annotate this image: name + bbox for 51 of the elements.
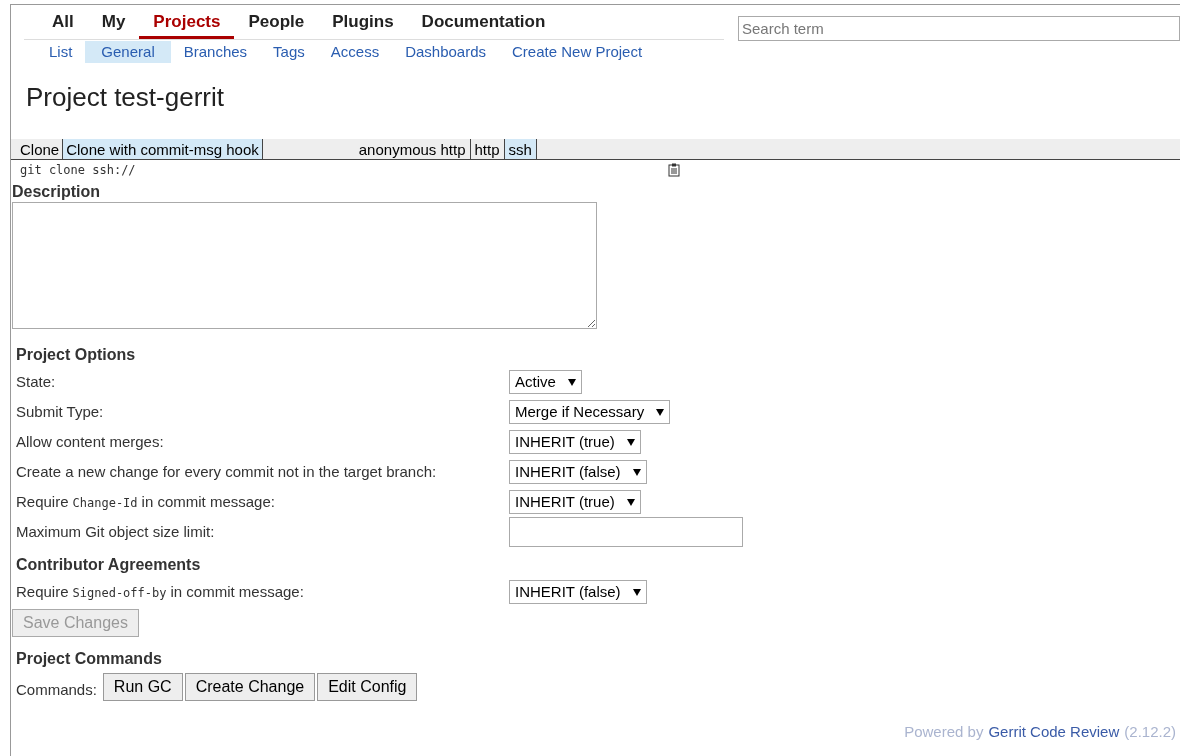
menu-tab[interactable]: Documentation — [407, 8, 560, 39]
search-field[interactable]: Search term — [738, 16, 1180, 41]
version-text: (2.12.2) — [1124, 722, 1176, 742]
select-dropdown[interactable]: INHERIT (false) — [509, 460, 647, 484]
submenu-link[interactable]: Branches — [170, 40, 261, 64]
clipboard-icon[interactable] — [668, 163, 680, 177]
clone-url: git clone ssh:// — [20, 162, 136, 179]
input-field[interactable] — [509, 517, 743, 547]
section-heading: Description — [12, 182, 101, 202]
caret-icon — [632, 468, 641, 476]
option-label: Require Signed-off-by in commit message: — [16, 583, 304, 600]
submenu-link[interactable]: Access — [317, 40, 393, 64]
commands-label: Commands: — [16, 679, 97, 700]
section-heading: Project Commands — [16, 649, 163, 669]
menu-tab[interactable]: All — [38, 8, 88, 39]
description-field[interactable] — [12, 202, 597, 329]
option-label: Submit Type: — [16, 403, 104, 420]
page-title: Project test-gerrit — [26, 81, 225, 114]
command-button[interactable]: Edit Config — [317, 673, 418, 701]
caret-icon — [656, 408, 665, 416]
powered-by-text: Powered by — [904, 722, 984, 742]
option-label: Create a new change for every commit not in the target branch: — [16, 463, 437, 480]
option-label: State: — [16, 373, 56, 390]
submenu-link[interactable]: List — [36, 40, 86, 64]
menu-tab[interactable]: People — [234, 8, 319, 39]
submenu-link[interactable]: General — [85, 40, 171, 64]
section-heading: Project Options — [16, 345, 137, 365]
caret-icon — [567, 378, 576, 386]
caret-icon — [626, 498, 635, 506]
caret-icon — [632, 588, 641, 596]
gerrit-link[interactable]: Gerrit Code Review — [988, 721, 1120, 744]
select-dropdown[interactable]: INHERIT (false) — [509, 580, 647, 604]
option-label: Maximum Git object size limit: — [16, 523, 215, 540]
scheme-tab[interactable]: ssh — [504, 139, 537, 159]
command-button[interactable]: Run GC — [102, 673, 183, 701]
command-button[interactable]: Create Change — [184, 673, 316, 701]
menu-tab[interactable]: Plugins — [318, 8, 408, 39]
select-dropdown[interactable]: Active — [509, 370, 582, 394]
option-label: Require Change-Id in commit message: — [16, 493, 275, 510]
option-label: Allow content merges: — [16, 433, 164, 450]
submenu-link[interactable]: Create New Project — [499, 40, 656, 64]
clone-tab[interactable]: Clone — [17, 139, 64, 159]
select-dropdown[interactable]: INHERIT (true) — [509, 490, 641, 514]
caret-icon — [626, 438, 635, 446]
section-heading: Contributor Agreements — [16, 555, 202, 575]
select-dropdown[interactable]: INHERIT (true) — [509, 430, 641, 454]
menu-tab[interactable]: My — [87, 8, 140, 39]
select-dropdown[interactable]: Merge if Necessary — [509, 400, 671, 424]
submenu-link[interactable]: Tags — [260, 40, 318, 64]
submenu-link[interactable]: Dashboards — [392, 40, 500, 64]
clone-tab[interactable]: Clone with commit-msg hook — [63, 139, 263, 159]
